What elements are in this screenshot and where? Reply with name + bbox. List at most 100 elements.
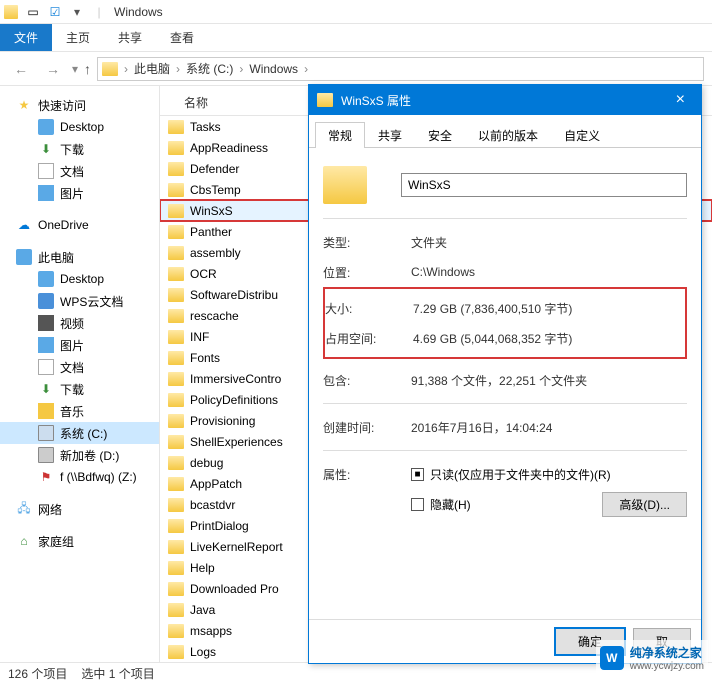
tab-share[interactable]: 共享 xyxy=(104,24,156,51)
readonly-label: 只读(仅应用于文件夹中的文件)(R) xyxy=(430,466,611,483)
file-name: ShellExperiences xyxy=(190,435,283,449)
tab-sharing[interactable]: 共享 xyxy=(365,122,415,148)
chevron-right-icon[interactable]: › xyxy=(124,62,128,76)
tab-security[interactable]: 安全 xyxy=(415,122,465,148)
sidebar-item-onedrive[interactable]: ☁OneDrive xyxy=(0,214,159,236)
sidebar-item-documents[interactable]: 文档 xyxy=(0,356,159,378)
status-selected: 选中 1 个项目 xyxy=(81,665,154,682)
file-name: msapps xyxy=(190,624,232,638)
sidebar-label: 此电脑 xyxy=(38,249,74,266)
created-label: 创建时间: xyxy=(323,419,411,436)
close-button[interactable]: × xyxy=(668,91,693,109)
sidebar-item-network[interactable]: 🖧网络 xyxy=(0,498,159,520)
file-name: Logs xyxy=(190,645,216,659)
file-name: SoftwareDistribu xyxy=(190,288,278,302)
sidebar-item-thispc[interactable]: 此电脑 xyxy=(0,246,159,268)
sidebar-item-music[interactable]: 音乐 xyxy=(0,400,159,422)
folder-icon xyxy=(168,435,184,449)
folder-icon xyxy=(317,93,333,107)
sidebar-item-video[interactable]: 视频 xyxy=(0,312,159,334)
nav-up-button[interactable]: ↑ xyxy=(84,61,91,77)
breadcrumb-item[interactable]: Windows xyxy=(245,62,302,76)
sidebar-item-homegroup[interactable]: ⌂ 家庭组 xyxy=(0,530,159,552)
picture-icon xyxy=(38,337,54,353)
file-tab[interactable]: 文件 xyxy=(0,24,52,51)
ribbon: 文件 主页 共享 查看 xyxy=(0,24,712,52)
chevron-right-icon[interactable]: › xyxy=(304,62,308,76)
size-value: 7.29 GB (7,836,400,510 字节) xyxy=(413,300,572,317)
sidebar-item-pc-desktop[interactable]: Desktop xyxy=(0,268,159,290)
file-name: Provisioning xyxy=(190,414,255,428)
navbar: ← → ▾ ↑ › 此电脑 › 系统 (C:) › Windows › xyxy=(0,52,712,86)
nav-forward-button[interactable]: → xyxy=(40,56,66,82)
file-name: OCR xyxy=(190,267,217,281)
tab-previous[interactable]: 以前的版本 xyxy=(465,122,551,148)
address-bar[interactable]: › 此电脑 › 系统 (C:) › Windows › xyxy=(97,57,704,81)
folder-icon xyxy=(168,393,184,407)
location-value: C:\Windows xyxy=(411,265,475,279)
tab-customize[interactable]: 自定义 xyxy=(551,122,613,148)
document-icon xyxy=(38,163,54,179)
window-title: Windows xyxy=(114,5,163,19)
hidden-checkbox[interactable] xyxy=(411,498,424,511)
sidebar-item-ddrive[interactable]: 新加卷 (D:) xyxy=(0,444,159,466)
sizeondisk-label: 占用空间: xyxy=(325,330,413,347)
contains-label: 包含: xyxy=(323,372,411,389)
readonly-checkbox[interactable]: ■ xyxy=(411,468,424,481)
nav-recent-dropdown[interactable]: ▾ xyxy=(72,62,78,76)
file-name: Tasks xyxy=(190,120,221,134)
folder-name-input[interactable] xyxy=(401,173,687,197)
file-name: LiveKernelReport xyxy=(190,540,283,554)
tab-general[interactable]: 常规 xyxy=(315,122,365,148)
watermark-logo-icon: W xyxy=(600,646,624,670)
watermark-text: 纯净系统之家 xyxy=(630,646,702,660)
folder-icon xyxy=(323,166,367,204)
sidebar-item-desktop[interactable]: Desktop xyxy=(0,116,159,138)
doc-icon[interactable]: ▭ xyxy=(26,5,40,19)
tab-home[interactable]: 主页 xyxy=(52,24,104,51)
breadcrumb-item[interactable]: 系统 (C:) xyxy=(182,60,237,77)
sidebar-label: 图片 xyxy=(60,337,84,354)
picture-icon xyxy=(38,185,54,201)
sizeondisk-value: 4.69 GB (5,044,068,352 字节) xyxy=(413,330,572,347)
sidebar-item-pictures[interactable]: 图片 xyxy=(0,334,159,356)
sidebar-label: 网络 xyxy=(38,501,62,518)
drive-icon xyxy=(38,447,54,463)
homegroup-icon: ⌂ xyxy=(16,533,32,549)
sidebar-label: WPS云文档 xyxy=(60,293,123,310)
sidebar-item-zdrive[interactable]: ⚑f (\\Bdfwq) (Z:) xyxy=(0,466,159,488)
folder-icon xyxy=(168,162,184,176)
advanced-button[interactable]: 高级(D)... xyxy=(602,492,687,517)
folder-icon xyxy=(168,351,184,365)
check-icon[interactable]: ☑ xyxy=(48,5,62,19)
sidebar-item-wps[interactable]: WPS云文档 xyxy=(0,290,159,312)
navigation-pane: ★快速访问 Desktop ⬇下载 文档 图片 ☁OneDrive 此电脑 De… xyxy=(0,86,160,662)
breadcrumb-item[interactable]: 此电脑 xyxy=(130,60,174,77)
status-item-count: 126 个项目 xyxy=(8,665,67,682)
sidebar-item-downloads[interactable]: ⬇下载 xyxy=(0,138,159,160)
tab-view[interactable]: 查看 xyxy=(156,24,208,51)
chevron-right-icon[interactable]: › xyxy=(239,62,243,76)
folder-icon xyxy=(168,414,184,428)
properties-dialog: WinSxS 属性 × 常规 共享 安全 以前的版本 自定义 类型:文件夹 位置… xyxy=(308,84,702,664)
file-name: PrintDialog xyxy=(190,519,249,533)
sidebar-item-cdrive[interactable]: 系统 (C:) xyxy=(0,422,159,444)
folder-icon xyxy=(168,603,184,617)
divider: | xyxy=(92,5,106,19)
star-icon: ★ xyxy=(16,97,32,113)
window-titlebar: ▭ ☑ ▾ | Windows xyxy=(0,0,712,24)
folder-icon xyxy=(168,540,184,554)
dialog-body: 类型:文件夹 位置:C:\Windows 大小:7.29 GB (7,836,4… xyxy=(309,148,701,619)
sidebar-label: 新加卷 (D:) xyxy=(60,447,119,464)
dropdown-icon[interactable]: ▾ xyxy=(70,5,84,19)
chevron-right-icon[interactable]: › xyxy=(176,62,180,76)
sidebar-item-documents[interactable]: 文档 xyxy=(0,160,159,182)
dialog-titlebar[interactable]: WinSxS 属性 × xyxy=(309,85,701,115)
sidebar-item-pictures[interactable]: 图片 xyxy=(0,182,159,204)
qat: ▭ ☑ ▾ | xyxy=(4,5,106,19)
sidebar-item-quick-access[interactable]: ★快速访问 xyxy=(0,94,159,116)
document-icon xyxy=(38,359,54,375)
sidebar-item-downloads[interactable]: ⬇下载 xyxy=(0,378,159,400)
nav-back-button[interactable]: ← xyxy=(8,56,34,82)
sidebar-label: 家庭组 xyxy=(38,533,74,550)
